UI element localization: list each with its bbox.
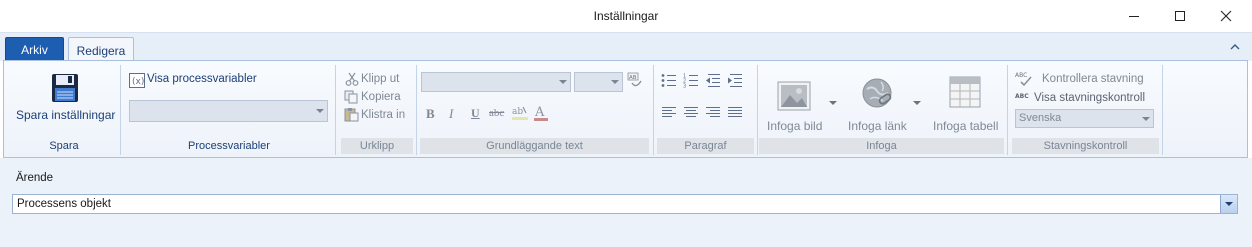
subject-label: Ärende (16, 172, 54, 184)
collapse-ribbon-icon[interactable] (1228, 41, 1242, 53)
spellcheck-icon: ABC (1015, 72, 1032, 87)
basic-text-group-label: Grundläggande text (420, 138, 649, 154)
maximize-icon (1175, 11, 1185, 21)
insert-link-dropdown[interactable] (913, 101, 921, 105)
insert-link-icon[interactable] (861, 77, 895, 109)
svg-text:ABC: ABC (1015, 93, 1029, 100)
language-combo[interactable]: Svenska (1015, 109, 1154, 128)
svg-text:(x): (x) (132, 77, 144, 87)
close-icon (1220, 10, 1232, 22)
bullet-list-icon[interactable] (661, 73, 677, 88)
maximize-button[interactable] (1157, 0, 1203, 32)
insert-group-label: Infoga (759, 138, 1004, 154)
close-button[interactable] (1203, 0, 1249, 32)
strikethrough-icon[interactable]: abc (489, 107, 504, 119)
paste-icon (344, 108, 359, 122)
font-size-combo[interactable] (574, 72, 623, 92)
window-title: Inställningar (593, 9, 659, 23)
insert-image-button[interactable]: Infoga bild (767, 119, 822, 133)
ribbon-tabstrip: Arkiv Redigera (0, 32, 1252, 63)
insert-link-button[interactable]: Infoga länk (848, 119, 907, 133)
align-left-icon[interactable] (661, 106, 677, 119)
minimize-button[interactable] (1111, 0, 1157, 32)
copy-icon (344, 90, 358, 104)
title-bar: Inställningar (0, 0, 1252, 32)
insert-image-dropdown[interactable] (829, 101, 837, 105)
ribbon: Spara inställningar Spara (x) Visa proce… (3, 60, 1248, 158)
check-spelling-button[interactable]: Kontrollera stavning (1042, 73, 1144, 85)
paste-button[interactable]: Klistra in (361, 109, 405, 121)
insert-table-button[interactable]: Infoga tabell (933, 119, 998, 133)
underline-icon[interactable]: U (471, 106, 480, 121)
insert-table-icon[interactable] (949, 76, 981, 108)
show-process-variables-button[interactable]: Visa processvariabler (147, 73, 257, 85)
align-center-icon[interactable] (683, 106, 699, 119)
bold-icon[interactable]: B (426, 106, 435, 122)
group-separator (416, 65, 417, 155)
copy-button[interactable]: Kopiera (361, 91, 401, 103)
indent-icon[interactable] (727, 73, 743, 88)
scissors-icon (345, 72, 359, 86)
subject-field[interactable]: Processens objekt (12, 194, 1238, 214)
paragraph-group-label: Paragraf (657, 138, 754, 154)
process-variables-group-label: Processvariabler (188, 140, 270, 152)
font-family-combo[interactable] (421, 72, 571, 92)
svg-text:3: 3 (683, 84, 686, 89)
group-separator (120, 65, 121, 155)
svg-text:ab: ab (512, 107, 523, 117)
show-spellcheck-icon: ABC (1015, 93, 1029, 100)
group-separator (335, 65, 336, 155)
font-size-icon[interactable]: AB (626, 72, 644, 90)
variables-icon: (x) (129, 73, 145, 88)
numbered-list-icon[interactable]: 1 2 3 (683, 73, 699, 88)
justify-icon[interactable] (727, 106, 743, 119)
highlight-icon[interactable]: ab (511, 104, 529, 122)
svg-text:ABC: ABC (1015, 72, 1027, 79)
group-separator (1162, 65, 1163, 155)
font-color-icon[interactable]: A (533, 104, 549, 122)
group-separator (653, 65, 654, 155)
floppy-disk-icon (52, 74, 78, 102)
outdent-icon[interactable] (705, 73, 721, 88)
group-separator (1007, 65, 1008, 155)
group-separator (757, 65, 758, 155)
italic-icon[interactable]: I (449, 106, 453, 122)
svg-text:AB: AB (629, 75, 637, 81)
subject-dropdown-button[interactable] (1220, 195, 1237, 213)
save-group-label: Spara (49, 140, 79, 152)
svg-text:A: A (534, 105, 545, 120)
clipboard-group-label: Urklipp (341, 138, 413, 154)
save-settings-button[interactable]: Spara inställningar (16, 108, 115, 122)
tab-arkiv[interactable]: Arkiv (5, 37, 64, 62)
subject-value: Processens objekt (17, 198, 111, 210)
align-right-icon[interactable] (705, 106, 721, 119)
show-spellcheck-button[interactable]: Visa stavningskontroll (1034, 92, 1145, 104)
process-variables-combo[interactable] (129, 100, 328, 122)
cut-button[interactable]: Klipp ut (361, 73, 399, 85)
insert-image-icon[interactable] (777, 81, 811, 111)
minimize-icon (1129, 16, 1139, 17)
spellcheck-group-label: Stavningskontroll (1012, 138, 1159, 154)
